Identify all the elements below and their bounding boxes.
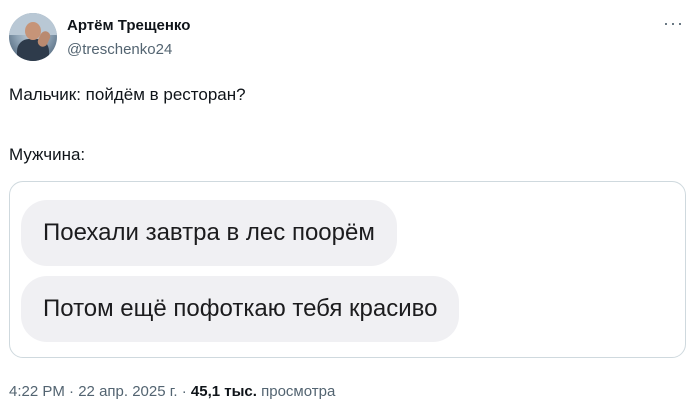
message-bubble: Поехали завтра в лес поорём	[21, 200, 397, 266]
meta-separator: ·	[177, 383, 191, 400]
more-options-icon[interactable]: ···	[663, 14, 684, 32]
avatar-head	[25, 22, 41, 40]
views-label: просмотра	[256, 383, 336, 400]
tweet-text-line-2: Мужчина:	[9, 145, 86, 164]
tweet-meta: 4:22 PM · 22 апр. 2025 г. · 45,1 тыс. пр…	[9, 383, 335, 400]
author-name[interactable]: Артём Трещенко	[67, 17, 190, 34]
views-count: 45,1 тыс.	[190, 383, 257, 400]
tweet-date[interactable]: 22 апр. 2025 г.	[78, 383, 177, 400]
avatar[interactable]	[9, 13, 57, 61]
meta-separator: ·	[64, 383, 79, 400]
tweet-text-line-1: Мальчик: пойдём в ресторан?	[9, 85, 246, 104]
tweet-time[interactable]: 4:22 PM	[9, 383, 65, 400]
media-card[interactable]: Поехали завтра в лес поорём Потом ещё по…	[9, 181, 686, 358]
author-handle[interactable]: @treschenko24	[67, 41, 172, 58]
message-bubble: Потом ещё пофоткаю тебя красиво	[21, 276, 460, 342]
